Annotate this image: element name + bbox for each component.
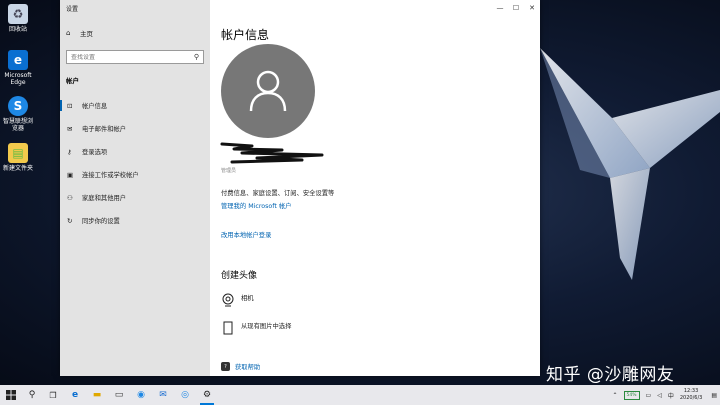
search-icon: ⚲ [193,53,199,61]
desktop-icon-edge[interactable]: e Microsoft Edge [2,50,34,86]
gear-icon: ⚙ [202,390,212,400]
camera-option-label: 相机 [241,295,254,302]
clock[interactable]: 12:33 2020/6/3 [680,388,702,402]
windows-logo-icon [6,390,16,400]
help-label: 获取帮助 [235,364,261,371]
titlebar: 设置 [60,0,210,16]
home-icon: ⌂ [66,29,71,37]
section-label: 帐户 [66,77,79,85]
mail-icon: ✉ [67,124,73,133]
network-icon[interactable]: ▭ [646,392,652,399]
taskbar-edge[interactable]: e [64,385,86,405]
sidebar-item-label: 家庭和其他用户 [82,195,127,202]
app-icon: S [8,96,28,116]
create-avatar-title: 创建头像 [221,271,258,281]
desktop-icon-label: Microsoft Edge [4,72,32,86]
clock-time: 12:33 [683,388,699,394]
page-title: 帐户信息 [221,28,270,42]
folder-icon: ▬ [92,390,102,400]
desktop-icon-label: 回收站 [8,26,27,33]
help-icon: ? [221,362,230,371]
taskbar-file-explorer[interactable]: ▬ [86,385,108,405]
watermark: 知乎 @沙雕网友 [546,365,675,385]
window-controls: — ☐ ✕ [492,0,540,16]
task-view-button[interactable]: ❐ [42,385,64,405]
desktop-icon-new-folder[interactable]: ▤ 新建文件夹 [2,143,34,172]
sidebar-item-account-info[interactable]: ⊡ 帐户信息 [60,94,210,117]
get-help-link[interactable]: ? 获取帮助 [221,362,260,371]
volume-icon[interactable]: ◁ [657,392,662,399]
sidebar-item-label: 登录选项 [82,149,108,156]
desktop-icon-label: 新建文件夹 [2,165,33,172]
home-button[interactable]: ⌂ 主页 [66,28,93,38]
briefcase-icon: ▣ [67,170,74,179]
search-icon: ⚲ [28,390,36,400]
camera-option[interactable]: 相机 [221,293,254,307]
task-view-icon: ❐ [49,390,57,400]
battery-indicator[interactable]: 54% [623,390,640,400]
redacted-name-scribble [220,142,324,164]
nav-list: ⊡ 帐户信息 ✉ 电子邮件和帐户 ⚷ 登录选项 ▣ 连接工作或学校帐户 ⚇ 家庭… [60,94,210,232]
content-pane: — ☐ ✕ 帐户信息 管理员 付费信息、家庭设置、订阅、安全设置等 管理我的 M… [210,0,540,376]
sync-icon: ↻ [67,216,73,225]
edge-icon: e [8,50,28,70]
search-input[interactable] [71,53,181,61]
sidebar-item-label: 电子邮件和帐户 [82,126,127,133]
choose-picture-option[interactable]: 从现有图片中选择 [221,321,291,335]
folder-icon: ▤ [8,143,28,163]
app-icon: ◉ [137,390,145,400]
home-label: 主页 [80,30,93,38]
maximize-button[interactable]: ☐ [508,0,524,16]
edge-icon: e [71,390,79,400]
taskbar-store[interactable]: ▭ [108,385,130,405]
user-silhouette-icon [249,70,287,112]
browser-icon: ◎ [181,390,189,400]
desktop-icon-app[interactable]: S 智慧联想浏览器 [2,96,34,132]
notification-icon[interactable]: ▤ [711,392,717,399]
choose-picture-label: 从现有图片中选择 [241,323,292,330]
people-icon: ⚇ [67,193,73,202]
sidebar-item-sign-in-options[interactable]: ⚷ 登录选项 [60,140,210,163]
sidebar: ⌂ 主页 ⚲ 帐户 ⊡ 帐户信息 ✉ 电子邮件和帐户 ⚷ 登录选项 ▣ 连接工作… [60,16,210,376]
taskbar: ⚲ ❐ e ▬ ▭ ◉ ✉ ◎ ⚙ ⌃ 54% ▭ ◁ 中 12:33 2020… [0,385,720,405]
avatar [221,44,315,138]
desktop-icon-label: 智慧联想浏览器 [2,118,33,132]
sidebar-item-label: 同步你的设置 [82,218,120,225]
system-tray: ⌃ 54% ▭ ◁ 中 12:33 2020/6/3 ▤ [610,385,720,405]
sidebar-item-sync-settings[interactable]: ↻ 同步你的设置 [60,209,210,232]
taskbar-app-blue[interactable]: ◉ [130,385,152,405]
mail-icon: ✉ [159,390,167,400]
ime-indicator[interactable]: 中 [668,391,674,400]
account-type-text: 管理员 [221,168,237,174]
sidebar-item-label: 连接工作或学校帐户 [82,172,139,179]
sidebar-item-email-accounts[interactable]: ✉ 电子邮件和帐户 [60,117,210,140]
tray-overflow-icon[interactable]: ⌃ [613,392,618,399]
picture-icon [223,321,233,335]
person-card-icon: ⊡ [67,101,73,110]
sidebar-item-family-users[interactable]: ⚇ 家庭和其他用户 [60,186,210,209]
taskbar-mail[interactable]: ✉ [152,385,174,405]
taskbar-browser[interactable]: ◎ [174,385,196,405]
local-account-signin-link[interactable]: 改用本地帐户登录 [221,230,271,239]
sidebar-item-work-school[interactable]: ▣ 连接工作或学校帐户 [60,163,210,186]
key-icon: ⚷ [67,147,72,156]
camera-icon [222,293,234,307]
manage-microsoft-account-link[interactable]: 管理我的 Microsoft 帐户 [221,201,291,210]
settings-window: 设置 ⌂ 主页 ⚲ 帐户 ⊡ 帐户信息 ✉ 电子邮件和帐户 ⚷ 登录选项 [60,0,540,376]
search-box[interactable]: ⚲ [66,50,204,64]
taskbar-settings[interactable]: ⚙ [196,385,218,405]
desktop-icon-recycle-bin[interactable]: ♻ 回收站 [2,4,34,33]
taskbar-search-button[interactable]: ⚲ [22,385,42,405]
sidebar-item-label: 帐户信息 [82,103,108,110]
start-button[interactable] [0,385,22,405]
minimize-button[interactable]: — [492,0,508,16]
clock-date: 2020/6/3 [679,395,703,401]
window-title: 设置 [66,6,79,13]
close-button[interactable]: ✕ [524,0,540,16]
recycle-bin-icon: ♻ [8,4,28,24]
account-description: 付费信息、家庭设置、订阅、安全设置等 [221,190,335,197]
store-icon: ▭ [114,390,124,400]
